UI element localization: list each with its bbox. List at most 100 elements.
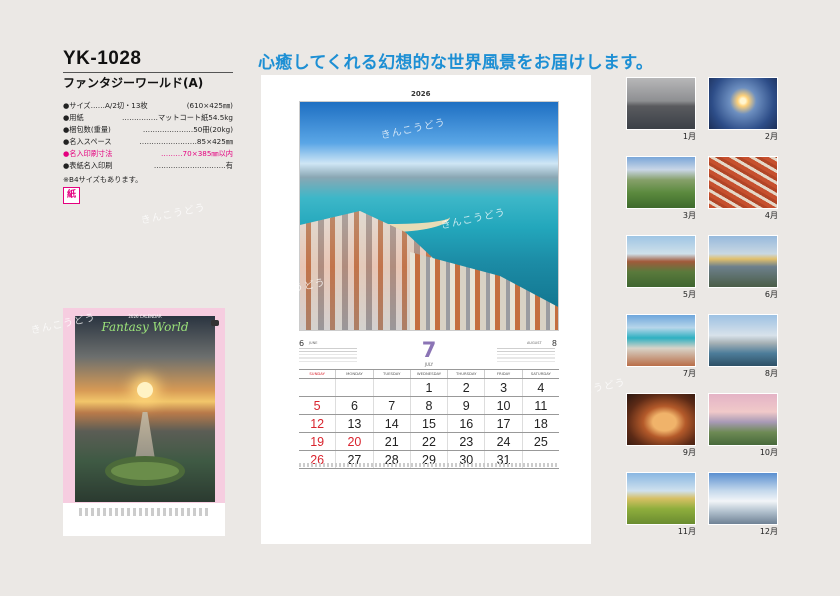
month-thumbnail: 10月 [708, 393, 778, 457]
thumbnail-label: 10月 [759, 448, 778, 457]
day-cell: 6 [335, 397, 372, 414]
day-cell [299, 379, 335, 396]
watermark: きんこうどう [139, 202, 207, 227]
month-thumbnail: 7月 [626, 314, 696, 378]
next-month-name: AUGUST [527, 341, 542, 345]
weekday-label: FRIDAY [484, 370, 521, 378]
day-cell [372, 379, 410, 396]
cover-footer [79, 508, 209, 516]
cover-subtitle: 2026 CALENDAR [128, 314, 162, 319]
day-cell: 12 [310, 417, 325, 431]
thumbnail-label: 3月 [682, 211, 696, 220]
day-cell: 18 [521, 415, 559, 432]
day-cell: 24 [484, 433, 521, 450]
day-cell: 17 [484, 415, 521, 432]
spec-value: ………70×385㎜以内 [160, 149, 233, 158]
day-cell: 11 [521, 397, 559, 414]
month-thumbnail: 4月 [708, 156, 778, 220]
month-thumbnail: 1月 [626, 77, 696, 141]
weekday-label: MONDAY [335, 370, 372, 378]
weekday-label: WEDNESDAY [409, 370, 447, 378]
day-cell: 20 [335, 433, 372, 450]
thumbnail-photo [626, 235, 696, 288]
cover-title: Fantasy World [101, 320, 189, 334]
mini-grid [497, 348, 555, 364]
month-thumbnail: 12月 [708, 472, 778, 536]
thumbnail-photo [626, 77, 696, 130]
thumbnail-label: 11月 [677, 527, 696, 536]
month-thumbnail: 11月 [626, 472, 696, 536]
day-cell: 4 [521, 379, 559, 396]
day-cell: 9 [447, 397, 484, 414]
mini-grid [299, 348, 357, 364]
spec-row: ●梱包数(重量) …………………50冊(20kg) [63, 124, 233, 136]
day-cell: 5 [313, 399, 321, 413]
prev-month-name: JUNE [309, 341, 318, 345]
day-cell: 10 [484, 397, 521, 414]
month-name: JULY [424, 362, 434, 367]
spec-label: ●梱包数(重量) [63, 125, 111, 134]
spec-value: …………………………有 [153, 161, 233, 170]
month-number: 7 [421, 338, 437, 362]
spec-value: …………………50冊(20kg) [142, 125, 233, 134]
day-cell [335, 379, 372, 396]
spec-value: (610×425㎜) [186, 101, 233, 110]
day-cell: 7 [372, 397, 410, 414]
month-thumbnail: 3月 [626, 156, 696, 220]
calendar-sheet: 20 2 6 6 JUNE 7 JULY AUGUST 8 SUNDAY MONDAY… [261, 75, 591, 544]
thumbnail-label: 6月 [764, 290, 778, 299]
month-thumbnail: 5月 [626, 235, 696, 299]
weekday-label: THURSDAY [447, 370, 484, 378]
roundabout-graphic [105, 456, 185, 486]
month-thumbnail: 6月 [708, 235, 778, 299]
next-month-mini: AUGUST 8 [497, 339, 557, 365]
day-cell: 2 [447, 379, 484, 396]
month-thumbnail: 9月 [626, 393, 696, 457]
thumbnail-label: 7月 [682, 369, 696, 378]
spec-label: ●用紙 [63, 113, 84, 122]
thumbnail-photo [708, 77, 778, 130]
city-graphic [410, 252, 558, 330]
weekday-header: SUNDAY MONDAY TUESDAY WEDNESDAY THURSDAY FRID… [299, 369, 559, 379]
spec-list: ●サイズ……A/2切・13枚 (610×425㎜) ●用紙 ……………マットコート紙… [63, 100, 233, 172]
day-cell: 22 [409, 433, 447, 450]
thumbnail-label: 9月 [682, 448, 696, 457]
thumbnail-photo [626, 156, 696, 209]
week-rows: 1 2 3 4 5 6 7 8 9 10 11 12 13 14 15 16 17 18 19 20 21 22 23 24 2… [299, 379, 559, 469]
thumbnail-label: 5月 [682, 290, 696, 299]
day-grid: SUNDAY MONDAY TUESDAY WEDNESDAY THURSDAY FRID… [299, 369, 559, 469]
prev-month-mini: 6 JUNE [299, 339, 359, 365]
thumbnail-label: 8月 [764, 369, 778, 378]
spec-label: ●名入印刷寸法 [63, 149, 113, 158]
thumbnail-label: 12月 [759, 527, 778, 536]
day-cell: 14 [372, 415, 410, 432]
thumbnail-label: 2月 [764, 132, 778, 141]
size-note: ※B4サイズもあります。 [63, 175, 143, 184]
spec-row-highlight: ●名入印刷寸法 ………70×385㎜以内 [63, 148, 233, 160]
thumbnail-photo [626, 393, 696, 446]
product-name: ファンタジーワールド(A) [63, 76, 204, 90]
headline: 心癒してくれる幻想的な世界風景をお届けします。 [258, 53, 654, 73]
day-cell: 3 [484, 379, 521, 396]
month-thumbnail: 8月 [708, 314, 778, 378]
thumbnail-photo [708, 156, 778, 209]
weekday-label: SATURDAY [521, 370, 559, 378]
thumbnail-photo [708, 314, 778, 367]
logo-icon [211, 320, 219, 326]
next-month-number: 8 [551, 339, 557, 348]
day-cell: 21 [372, 433, 410, 450]
spec-row: ●用紙 ……………マットコート紙54.5kg [63, 112, 233, 124]
paper-badge: 紙 [63, 187, 80, 204]
weekday-label: SUNDAY [309, 371, 325, 376]
week-row: 1234 [299, 379, 559, 397]
day-cell: 1 [409, 379, 447, 396]
day-cell: 8 [409, 397, 447, 414]
sun-graphic [137, 382, 153, 398]
calendar-header: 6 JUNE 7 JULY AUGUST 8 [299, 339, 559, 367]
day-cell: 23 [447, 433, 484, 450]
title-divider [63, 72, 233, 73]
thumbnail-photo [708, 393, 778, 446]
thumbnail-photo [708, 472, 778, 525]
week-row: 12 13 14 15 16 17 18 [299, 415, 559, 433]
spec-value: ……………マットコート紙54.5kg [122, 113, 233, 122]
